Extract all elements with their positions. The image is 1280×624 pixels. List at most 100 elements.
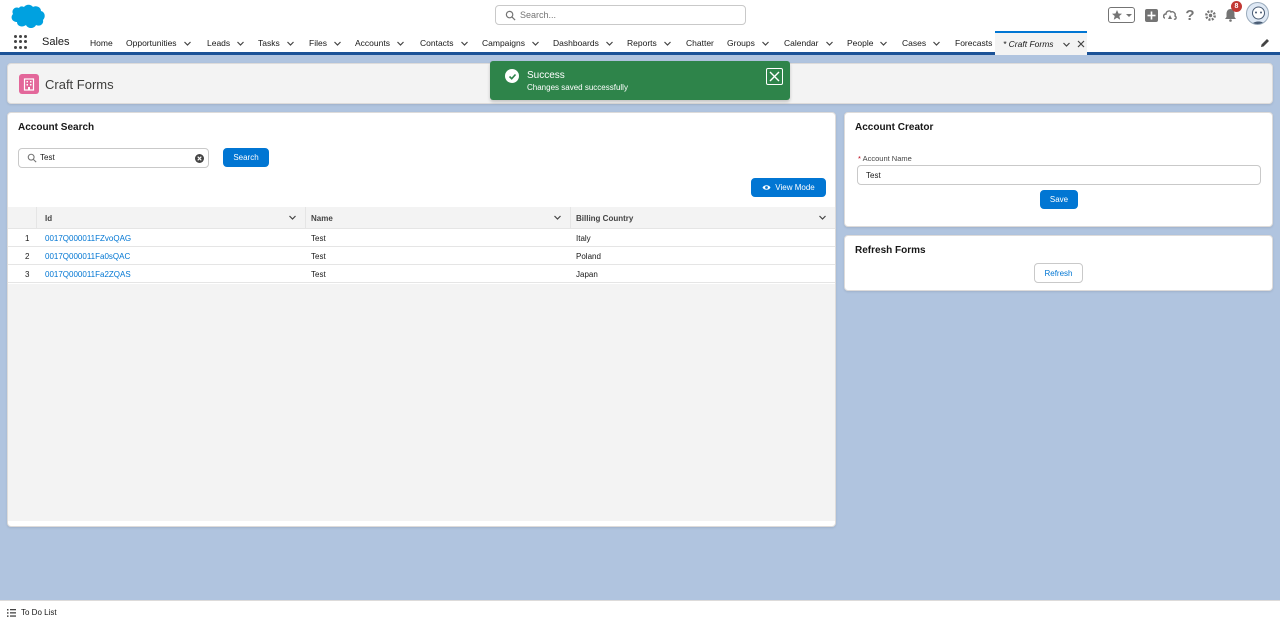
chevron-down-icon[interactable] [879,39,888,48]
launcher-dot [19,35,22,38]
account-name-label-text: Account Name [862,154,912,163]
nav-item-dashboards[interactable]: Dashboards [553,31,614,55]
save-button[interactable]: Save [1040,190,1078,209]
view-mode-label: View Mode [775,183,815,192]
nav-item-label: Files [309,38,327,48]
page-icon [19,74,39,94]
chevron-down-icon[interactable] [286,39,295,48]
nav-item-label: Forecasts [955,38,993,48]
salesforce-logo[interactable] [9,3,46,29]
table-row: 3 0017Q000011Fa2ZQAS Test Japan [8,265,835,283]
eye-icon [762,185,771,190]
nav-item-reports[interactable]: Reports [627,31,672,55]
help-button[interactable]: ? [1183,4,1197,26]
favorites-button[interactable] [1108,7,1135,23]
launcher-dot [24,45,27,49]
billing-country-cell: Poland [576,251,601,261]
global-search-input[interactable] [520,8,740,22]
chevron-down-icon[interactable] [236,39,245,48]
launcher-dot [14,35,17,38]
close-icon[interactable] [1077,40,1085,48]
chevron-down-icon[interactable] [553,213,562,222]
account-id-link[interactable]: 0017Q000011Fa0sQAC [45,247,130,265]
nav-item-people[interactable]: People [847,31,888,55]
chevron-down-icon[interactable] [818,213,827,222]
column-header-name[interactable]: Name [306,207,571,229]
add-icon [1144,8,1158,22]
column-header-label: Id [45,213,53,223]
chevron-down-icon[interactable] [1062,40,1071,49]
chevron-down-icon[interactable] [460,39,469,48]
account-id-link[interactable]: 0017Q000011Fa2ZQAS [45,265,131,283]
nav-item-accounts[interactable]: Accounts [355,31,405,55]
nav-item-calendar[interactable]: Calendar [784,31,834,55]
nav-item-label: Campaigns [482,38,525,48]
nav-item-campaigns[interactable]: Campaigns [482,31,540,55]
account-search-title: Account Search [18,122,95,133]
chevron-down-icon[interactable] [531,39,540,48]
account-name-cell: Test [311,233,326,243]
launcher-dot [24,40,27,44]
column-header-id[interactable]: Id [37,207,306,229]
nav-item-tasks[interactable]: Tasks [258,31,295,55]
chevron-down-icon[interactable] [761,39,770,48]
account-id-link[interactable]: 0017Q000011FZvoQAG [45,229,131,247]
search-button[interactable]: Search [223,148,269,167]
refresh-button[interactable]: Refresh [1034,263,1083,283]
table-row: 2 0017Q000011Fa0sQAC Test Poland [8,247,835,265]
nav-item-opportunities[interactable]: Opportunities [126,31,192,55]
nav-item-label: Accounts [355,38,390,48]
toast-close-button[interactable] [766,68,783,85]
app-name: Sales [42,36,70,48]
notifications-button[interactable]: 8 [1223,1,1242,26]
global-actions-button[interactable] [1144,4,1158,26]
toast-title: Success [527,70,565,81]
app-launcher-button[interactable] [14,35,28,49]
chevron-down-icon[interactable] [605,39,614,48]
nav-item-label: Leads [207,38,231,48]
nav-item-label: Tasks [258,38,280,48]
user-avatar[interactable] [1246,2,1269,25]
nav-item-files[interactable]: Files [309,31,342,55]
account-creator-card: Account Creator * Account Name Test Save [844,112,1273,227]
chevron-down-icon[interactable] [288,213,297,222]
row-number: 3 [25,269,30,279]
account-name-cell: Test [311,251,326,261]
nav-item-contacts[interactable]: Contacts [420,31,469,55]
nav-item-chatter[interactable]: Chatter [686,31,714,55]
account-name-cell: Test [311,269,326,279]
todo-list-button[interactable]: To Do List [7,608,57,617]
nav-item-cases[interactable]: Cases [902,31,941,55]
row-number-header [8,207,37,229]
tab-craft-forms[interactable]: * Craft Forms [995,31,1087,55]
trailhead-button[interactable] [1163,4,1177,26]
chevron-down-icon[interactable] [183,39,192,48]
column-header-label: Billing Country [576,213,634,223]
utility-bar: To Do List [0,600,1280,624]
nav-item-forecasts[interactable]: Forecasts [955,31,992,55]
nav-item-leads[interactable]: Leads [207,31,245,55]
account-name-value: Test [866,171,881,180]
table-row: 1 0017Q000011FZvoQAG Test Italy [8,229,835,247]
launcher-dot [24,35,27,38]
clear-icon[interactable] [195,154,204,163]
setup-button[interactable] [1203,4,1217,26]
nav-item-home[interactable]: Home [90,31,113,55]
chevron-down-icon[interactable] [333,39,342,48]
chevron-down-icon[interactable] [663,39,672,48]
nav-item-label: Contacts [420,38,454,48]
chevron-down-icon[interactable] [396,39,405,48]
view-mode-button[interactable]: View Mode [751,178,826,197]
chevron-down-icon[interactable] [825,39,834,48]
account-search-card: Account Search Test Search View Mode Id … [7,112,836,527]
tab-label: * Craft Forms [1003,39,1054,49]
account-name-input[interactable]: Test [857,165,1261,185]
app-nav-bar: Sales Home Opportunities Leads Tasks Fil… [0,31,1280,55]
edit-nav-icon[interactable] [1260,38,1270,48]
nav-item-groups[interactable]: Groups [727,31,770,55]
chevron-down-icon[interactable] [932,39,941,48]
global-search[interactable] [495,5,746,25]
account-search-field[interactable]: Test [18,148,209,168]
column-header-billing-country[interactable]: Billing Country [571,207,835,229]
refresh-forms-card: Refresh Forms Refresh [844,235,1273,291]
